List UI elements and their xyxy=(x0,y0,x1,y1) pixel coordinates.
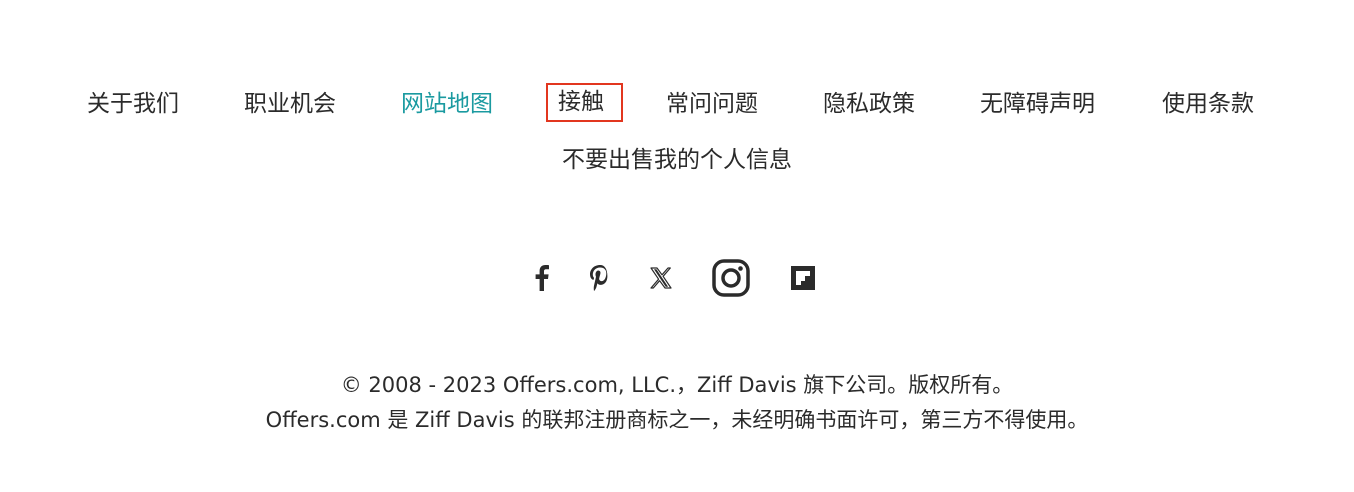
flipboard-icon[interactable] xyxy=(789,256,817,300)
nav-link-accessibility[interactable]: 无障碍声明 xyxy=(980,84,1095,124)
nav-link-contact[interactable]: 接触 xyxy=(546,83,623,122)
nav-link-careers[interactable]: 职业机会 xyxy=(244,84,336,124)
social-links xyxy=(0,256,1354,300)
trademark-line: Offers.com 是 Ziff Davis 的联邦注册商标之一，未经明确书面… xyxy=(265,408,1089,432)
instagram-icon[interactable] xyxy=(711,256,751,300)
x-twitter-icon[interactable] xyxy=(647,256,675,300)
nav-link-terms-of-use[interactable]: 使用条款 xyxy=(1162,84,1254,124)
footer-nav-second-row: 不要出售我的个人信息 xyxy=(0,142,1354,178)
nav-link-do-not-sell[interactable]: 不要出售我的个人信息 xyxy=(562,147,792,173)
copyright-line: © 2008 - 2023 Offers.com, LLC.，Ziff Davi… xyxy=(340,373,1014,397)
pinterest-icon[interactable] xyxy=(586,256,614,300)
footer-nav: 关于我们 职业机会 网站地图 接触 常问问题 隐私政策 无障碍声明 使用条款 xyxy=(0,83,1354,124)
nav-link-privacy-policy[interactable]: 隐私政策 xyxy=(823,84,915,124)
nav-link-faq[interactable]: 常问问题 xyxy=(666,84,758,124)
nav-link-sitemap[interactable]: 网站地图 xyxy=(401,84,493,124)
copyright-notice: © 2008 - 2023 Offers.com, LLC.，Ziff Davi… xyxy=(0,368,1354,438)
facebook-icon[interactable] xyxy=(528,256,556,300)
nav-link-about-us[interactable]: 关于我们 xyxy=(87,84,179,124)
